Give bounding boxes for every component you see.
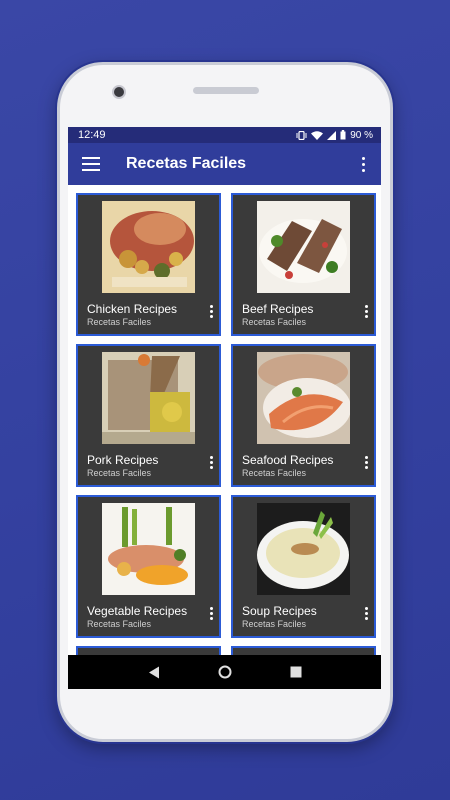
seafood-dish-image xyxy=(257,352,350,444)
more-vertical-icon[interactable] xyxy=(365,456,368,469)
card-subtitle: Recetas Faciles xyxy=(242,619,307,629)
more-vertical-icon[interactable] xyxy=(210,305,213,318)
front-camera xyxy=(112,85,126,99)
card-subtitle: Recetas Faciles xyxy=(87,317,152,327)
status-bar: 12:49 90 % xyxy=(68,127,381,143)
status-icons: 90 % xyxy=(296,130,373,141)
card-subtitle: Recetas Faciles xyxy=(87,468,152,478)
more-vertical-icon[interactable] xyxy=(365,305,368,318)
card-title: Pork Recipes xyxy=(87,453,159,467)
app-toolbar: Recetas Faciles xyxy=(68,143,381,185)
beef-dish-image xyxy=(257,201,350,293)
hamburger-menu-icon[interactable] xyxy=(82,157,100,171)
card-title: Chicken Recipes xyxy=(87,302,178,316)
card-subtitle: Recetas Faciles xyxy=(87,619,152,629)
card-subtitle: Recetas Faciles xyxy=(242,317,307,327)
category-card-vegetable[interactable]: Vegetable Recipes Recetas Faciles xyxy=(76,495,221,638)
category-card-partial[interactable] xyxy=(231,646,376,655)
system-navigation-bar xyxy=(68,655,381,689)
card-title: Seafood Recipes xyxy=(242,453,334,467)
recents-square-icon[interactable] xyxy=(286,662,306,682)
phone-frame: 12:49 90 % Recetas Faciles Chicken Recip… xyxy=(57,62,393,742)
card-title: Vegetable Recipes xyxy=(87,604,188,618)
signal-icon xyxy=(327,130,337,140)
more-vertical-icon[interactable] xyxy=(365,607,368,620)
chicken-dish-image xyxy=(102,201,195,293)
wifi-icon xyxy=(311,130,324,140)
more-vertical-icon[interactable] xyxy=(210,607,213,620)
vibrate-icon xyxy=(296,130,307,140)
pork-dish-image xyxy=(102,352,195,444)
category-card-soup[interactable]: Soup Recipes Recetas Faciles xyxy=(231,495,376,638)
soup-dish-image xyxy=(257,503,350,595)
earpiece-speaker xyxy=(193,87,259,94)
category-card-beef[interactable]: Beef Recipes Recetas Faciles xyxy=(231,193,376,336)
home-circle-icon[interactable] xyxy=(215,662,235,682)
card-subtitle: Recetas Faciles xyxy=(242,468,307,478)
category-card-partial[interactable] xyxy=(76,646,221,655)
back-triangle-icon[interactable] xyxy=(144,662,164,682)
vegetable-dish-image xyxy=(102,503,195,595)
battery-icon xyxy=(340,130,346,140)
category-card-seafood[interactable]: Seafood Recipes Recetas Faciles xyxy=(231,344,376,487)
status-time: 12:49 xyxy=(78,129,106,141)
battery-percent: 90 % xyxy=(350,129,373,141)
category-card-chicken[interactable]: Chicken Recipes Recetas Faciles xyxy=(76,193,221,336)
recipe-category-grid: Chicken Recipes Recetas Faciles Beef Rec… xyxy=(68,185,381,655)
more-vertical-icon[interactable] xyxy=(355,156,371,172)
more-vertical-icon[interactable] xyxy=(210,456,213,469)
category-card-pork[interactable]: Pork Recipes Recetas Faciles xyxy=(76,344,221,487)
card-title: Soup Recipes xyxy=(242,604,317,618)
card-title: Beef Recipes xyxy=(242,302,314,316)
app-screen: 12:49 90 % Recetas Faciles Chicken Recip… xyxy=(68,127,381,689)
app-title: Recetas Faciles xyxy=(126,155,247,172)
